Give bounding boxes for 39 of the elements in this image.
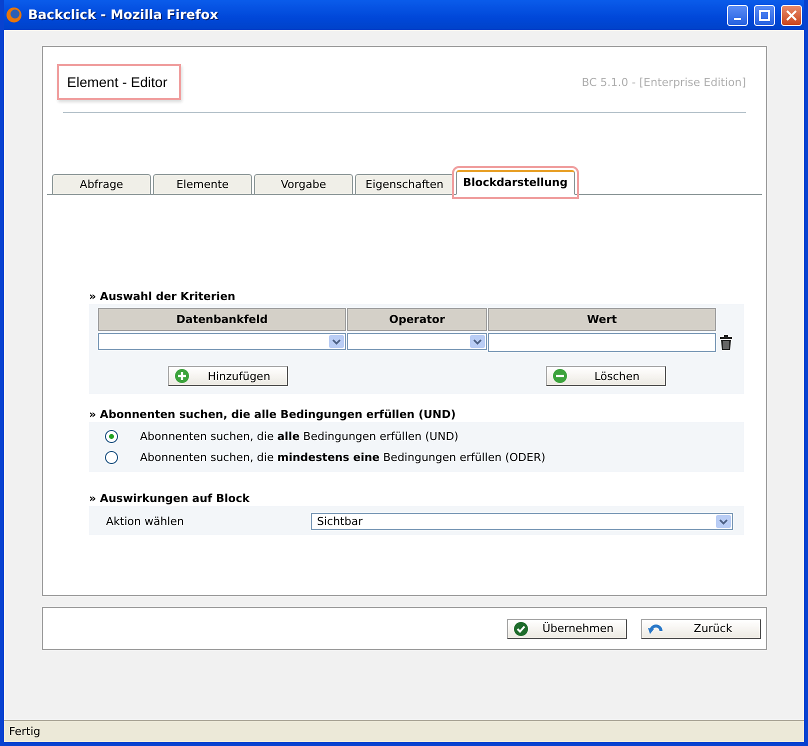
minus-icon (553, 369, 567, 383)
undo-arrow-icon (648, 622, 664, 636)
field-dropdown[interactable] (98, 333, 346, 350)
section-heading: » Auswirkungen auf Block (89, 492, 251, 506)
maximize-icon (759, 10, 770, 20)
operator-dropdown[interactable] (347, 333, 487, 350)
maximize-button[interactable] (754, 4, 775, 26)
back-button[interactable]: Zurück (641, 618, 761, 638)
checkmark-icon (514, 622, 528, 636)
plus-icon (175, 369, 189, 383)
radio-button[interactable] (105, 451, 118, 464)
column-header: Operator (347, 308, 487, 331)
value-input[interactable] (488, 333, 716, 352)
tab[interactable]: Abfrage (52, 174, 151, 194)
action-label: Aktion wählen (106, 515, 185, 528)
action-dropdown[interactable]: Sichtbar (311, 513, 733, 530)
apply-button[interactable]: Übernehmen (507, 618, 627, 638)
column-header: Datenbankfeld (98, 308, 346, 331)
section-heading: » Auswahl der Kriterien (89, 290, 236, 304)
trash-icon[interactable] (719, 335, 733, 350)
browser-logo-icon (6, 7, 22, 23)
radio-label: Abonnenten suchen, die alle Bedingungen erfüllen (UND) (140, 430, 458, 443)
tab[interactable]: Elemente (153, 174, 252, 194)
tab[interactable]: Eigenschaften (355, 174, 454, 194)
version-label: BC 5.1.0 - [Enterprise Edition] (582, 76, 746, 88)
status-text: Fertig (9, 725, 40, 738)
tab[interactable]: Vorgabe (254, 174, 353, 194)
column-header: Wert (488, 308, 716, 331)
radio-label: Abonnenten suchen, die mindestens eine Bedingungen erfüllen (ODER) (140, 451, 546, 464)
add-button[interactable]: Hinzufügen (168, 366, 288, 386)
minimize-icon (734, 18, 741, 20)
close-icon (786, 10, 797, 20)
section-heading: » Abonnenten suchen, die alle Bedingungen erfüllen (UND) (89, 408, 457, 422)
radio-button[interactable] (105, 430, 118, 443)
page-title: Element - Editor (57, 64, 182, 100)
window-title: Backclick - Mozilla Firefox (28, 8, 220, 22)
minimize-button[interactable] (727, 4, 748, 26)
delete-button[interactable]: Löschen (546, 366, 666, 386)
close-button[interactable] (781, 4, 802, 26)
